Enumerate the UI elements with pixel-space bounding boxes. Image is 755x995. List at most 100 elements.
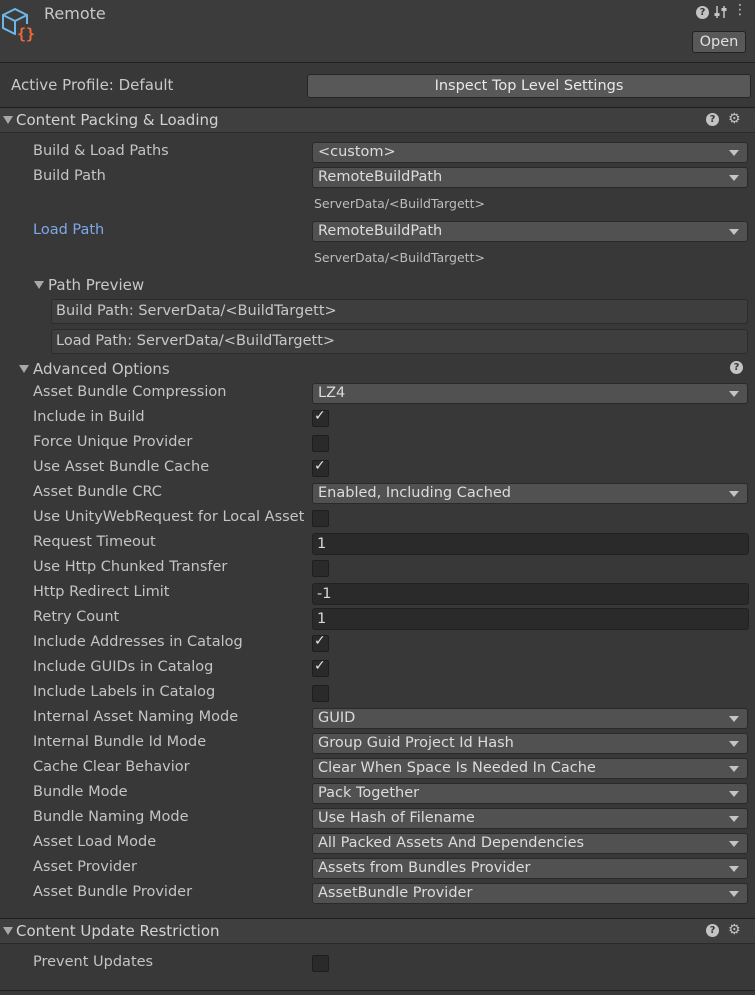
divider <box>0 62 755 63</box>
dropdown-value: RemoteBuildPath <box>318 223 443 239</box>
build-path-resolved: ServerData/<BuildTargett> <box>314 196 485 211</box>
asset-bundle-provider-dropdown[interactable]: AssetBundle Provider <box>312 883 748 904</box>
asset-bundle-crc-dropdown[interactable]: Enabled, Including Cached <box>312 483 748 504</box>
dropdown-value: AssetBundle Provider <box>318 885 473 901</box>
field-value: 1 <box>317 611 327 627</box>
active-profile-label: Active Profile: Default <box>11 76 174 94</box>
build-path-dropdown[interactable]: RemoteBuildPath <box>312 167 748 188</box>
asset-bundle-provider-label: Asset Bundle Provider <box>33 884 193 900</box>
build-load-paths-label: Build & Load Paths <box>33 143 169 159</box>
chevron-down-icon <box>729 766 739 772</box>
chevron-down-icon <box>729 150 739 156</box>
field-value: 1 <box>317 536 327 552</box>
inspect-top-level-settings-button[interactable]: Inspect Top Level Settings <box>307 74 751 98</box>
header-icon-group: ? ⋮ <box>696 1 747 22</box>
inspector-header: {} Remote ? ⋮ Open <box>0 0 755 62</box>
preview-text: Build Path: ServerData/<BuildTargett> <box>56 303 337 319</box>
include-guids-label: Include GUIDs in Catalog <box>33 659 214 675</box>
help-icon[interactable]: ? <box>730 361 743 374</box>
field-value: -1 <box>317 586 332 602</box>
foldout-arrow-icon[interactable] <box>34 281 44 289</box>
help-icon[interactable]: ? <box>696 6 709 19</box>
include-addresses-label: Include Addresses in Catalog <box>33 634 243 650</box>
gear-icon[interactable]: ⚙ <box>728 112 741 126</box>
dropdown-value: Clear When Space Is Needed In Cache <box>318 760 596 776</box>
divider <box>0 990 755 991</box>
chevron-down-icon <box>729 791 739 797</box>
load-path-resolved: ServerData/<BuildTargett> <box>314 250 485 265</box>
include-in-build-label: Include in Build <box>33 409 145 425</box>
open-button[interactable]: Open <box>692 31 746 53</box>
checkmark-icon: ✓ <box>314 633 326 649</box>
asset-title: Remote <box>44 4 106 23</box>
asset-provider-dropdown[interactable]: Assets from Bundles Provider <box>312 858 748 879</box>
chevron-down-icon <box>729 741 739 747</box>
force-unique-provider-label: Force Unique Provider <box>33 434 193 450</box>
use-asset-bundle-cache-checkbox[interactable]: ✓ <box>312 458 329 477</box>
prevent-updates-label: Prevent Updates <box>33 954 154 970</box>
use-http-chunked-label: Use Http Chunked Transfer <box>33 559 228 575</box>
include-labels-checkbox[interactable] <box>312 685 329 702</box>
dropdown-value: RemoteBuildPath <box>318 169 443 185</box>
checkmark-icon: ✓ <box>314 458 326 474</box>
asset-bundle-compression-label: Asset Bundle Compression <box>33 384 227 400</box>
content-update-section-header[interactable]: Content Update Restriction ? ⚙ <box>0 918 755 944</box>
foldout-arrow-icon[interactable] <box>3 927 13 935</box>
dropdown-value: Pack Together <box>318 785 420 801</box>
chevron-down-icon <box>729 391 739 397</box>
dropdown-value: <custom> <box>318 144 396 160</box>
http-redirect-limit-field[interactable]: -1 <box>312 583 749 605</box>
include-guids-checkbox[interactable]: ✓ <box>312 658 329 677</box>
preset-sliders-icon[interactable] <box>714 5 728 19</box>
asset-bundle-compression-dropdown[interactable]: LZ4 <box>312 383 748 404</box>
advanced-options-foldout[interactable]: Advanced Options <box>33 360 170 378</box>
chevron-down-icon <box>729 716 739 722</box>
use-http-chunked-checkbox[interactable] <box>312 560 329 577</box>
bundle-naming-mode-label: Bundle Naming Mode <box>33 809 189 825</box>
load-path-dropdown[interactable]: RemoteBuildPath <box>312 221 748 242</box>
chevron-down-icon <box>729 866 739 872</box>
use-unitywebrequest-local-checkbox[interactable] <box>312 510 329 527</box>
retry-count-field[interactable]: 1 <box>312 608 749 630</box>
chevron-down-icon <box>729 229 739 235</box>
request-timeout-label: Request Timeout <box>33 534 156 550</box>
gear-icon[interactable]: ⚙ <box>728 923 741 937</box>
dropdown-value: GUID <box>318 710 356 726</box>
svg-text:{}: {} <box>17 25 35 42</box>
help-icon[interactable]: ? <box>706 924 719 937</box>
retry-count-label: Retry Count <box>33 609 120 625</box>
dropdown-value: Group Guid Project Id Hash <box>318 735 514 751</box>
more-options-icon[interactable]: ⋮ <box>733 1 747 19</box>
prevent-updates-checkbox[interactable] <box>312 955 329 972</box>
build-load-paths-dropdown[interactable]: <custom> <box>312 142 748 163</box>
use-unitywebrequest-local-label: Use UnityWebRequest for Local Asset <box>33 509 305 525</box>
asset-load-mode-dropdown[interactable]: All Packed Assets And Dependencies <box>312 833 748 854</box>
chevron-down-icon <box>729 891 739 897</box>
chevron-down-icon <box>729 491 739 497</box>
build-path-label: Build Path <box>33 168 106 184</box>
foldout-arrow-icon[interactable] <box>19 365 29 373</box>
checkmark-icon: ✓ <box>314 408 326 424</box>
include-in-build-checkbox[interactable]: ✓ <box>312 408 329 427</box>
internal-bundle-id-label: Internal Bundle Id Mode <box>33 734 207 750</box>
help-icon[interactable]: ? <box>706 113 719 126</box>
internal-bundle-id-dropdown[interactable]: Group Guid Project Id Hash <box>312 733 748 754</box>
request-timeout-field[interactable]: 1 <box>312 533 749 555</box>
internal-asset-naming-dropdown[interactable]: GUID <box>312 708 748 729</box>
bundle-mode-dropdown[interactable]: Pack Together <box>312 783 748 804</box>
dropdown-value: Use Hash of Filename <box>318 810 475 826</box>
package-braces-icon: {} <box>2 7 36 42</box>
content-packing-section-header[interactable]: Content Packing & Loading ? ⚙ <box>0 107 755 133</box>
include-addresses-checkbox[interactable]: ✓ <box>312 633 329 652</box>
use-asset-bundle-cache-label: Use Asset Bundle Cache <box>33 459 210 475</box>
force-unique-provider-checkbox[interactable] <box>312 435 329 452</box>
dropdown-value: All Packed Assets And Dependencies <box>318 835 585 851</box>
bundle-naming-mode-dropdown[interactable]: Use Hash of Filename <box>312 808 748 829</box>
foldout-arrow-icon[interactable] <box>3 116 13 124</box>
cache-clear-behavior-dropdown[interactable]: Clear When Space Is Needed In Cache <box>312 758 748 779</box>
dropdown-value: Enabled, Including Cached <box>318 485 512 501</box>
path-preview-foldout[interactable]: Path Preview <box>48 276 144 294</box>
asset-load-mode-label: Asset Load Mode <box>33 834 157 850</box>
chevron-down-icon <box>729 816 739 822</box>
build-path-preview: Build Path: ServerData/<BuildTargett> <box>51 299 748 324</box>
